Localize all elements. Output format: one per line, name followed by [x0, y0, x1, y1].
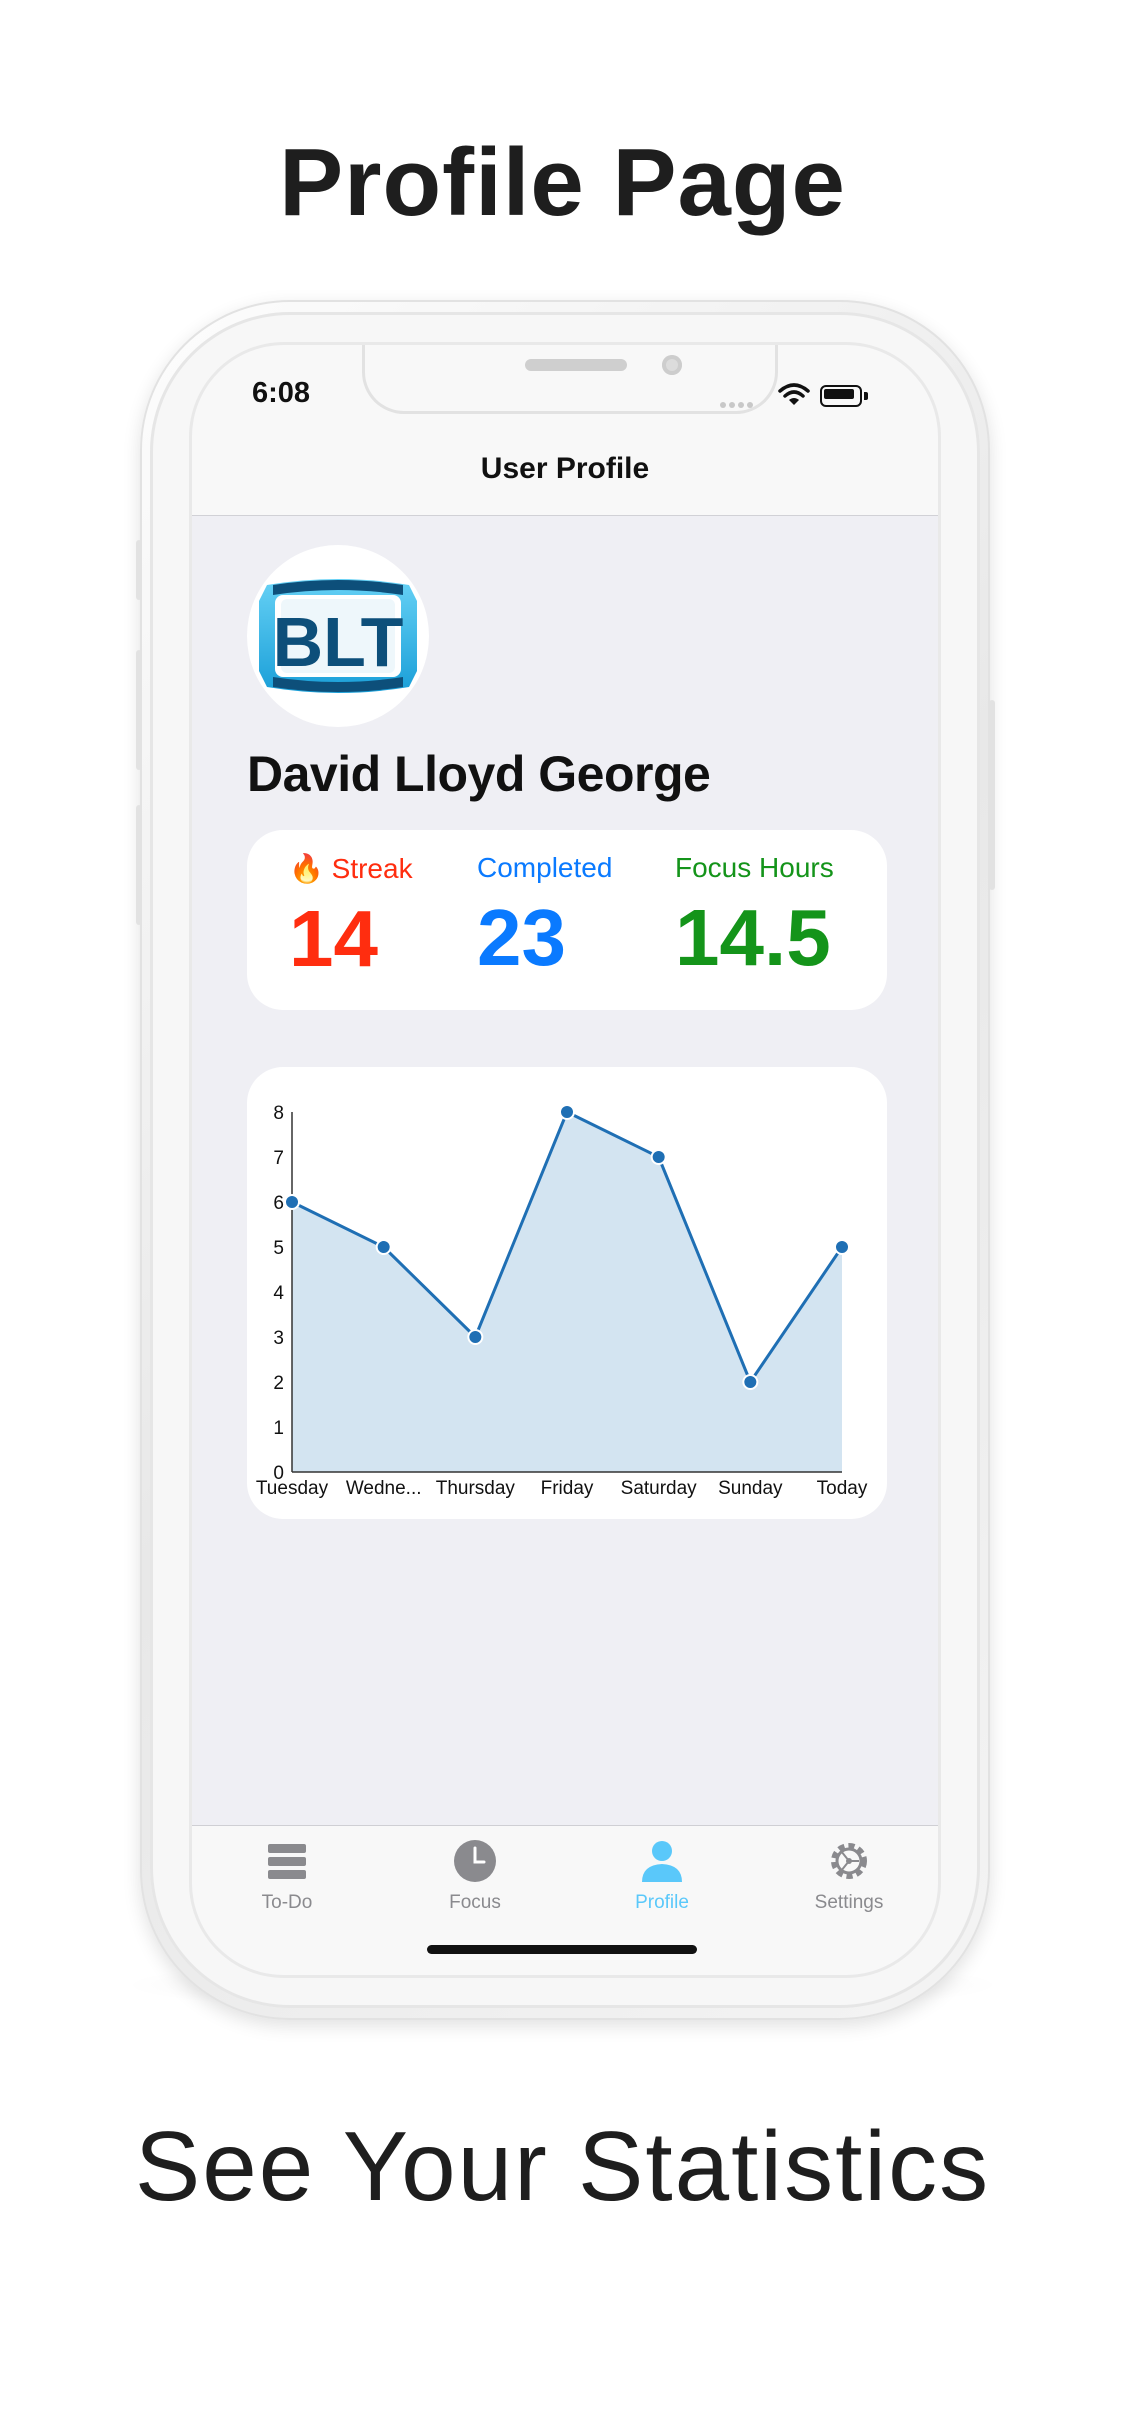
focus-chart: 012345678Tuesday Wedne... Thursday Friday Sa… [256, 1103, 868, 1499]
phone-screen: 6:08 User Profile BLT David Lloyd George… [192, 345, 938, 1975]
home-indicator[interactable] [427, 1945, 697, 1954]
status-icons [720, 383, 890, 408]
chart-y-tick-label: 2 [273, 1373, 284, 1394]
stats-card: 🔥 Streak 14 Completed 23 Focus Hours 14.… [247, 830, 887, 1010]
focus-hours-value: 14.5 [675, 893, 831, 982]
user-name: David Lloyd George [247, 746, 711, 802]
blt-logo-icon: BLT [259, 579, 417, 693]
signal-dots-icon [720, 395, 756, 413]
svg-text:BLT: BLT [273, 603, 404, 681]
chart-x-tick-label: Friday [541, 1478, 594, 1499]
completed-stat: Completed 23 [477, 852, 612, 978]
mute-switch [136, 540, 142, 600]
avatar[interactable]: BLT [247, 545, 429, 727]
chart-x-tick-label: Wedne... [346, 1478, 422, 1499]
status-time: 6:08 [252, 377, 311, 409]
chart-area-fill [292, 1112, 842, 1472]
chart-y-tick-label: 5 [273, 1238, 284, 1259]
tab-todo[interactable]: To-Do [212, 1838, 362, 1914]
list-icon [268, 1844, 306, 1879]
chart-data-point [559, 1104, 575, 1120]
tab-focus[interactable]: Focus [400, 1838, 550, 1914]
navigation-bar: User Profile [192, 440, 938, 516]
focus-hours-label: Focus Hours [675, 852, 834, 883]
gear-icon [831, 1843, 867, 1879]
clock-icon [454, 1840, 496, 1882]
fire-icon: 🔥 [289, 853, 324, 884]
chart-data-point [467, 1329, 484, 1345]
chart-data-point [375, 1239, 392, 1255]
tab-label-profile: Profile [635, 1892, 689, 1913]
volume-down-button [136, 805, 142, 925]
chart-x-tick-label: Today [817, 1478, 868, 1499]
chart-x-tick-label: Sunday [718, 1478, 783, 1499]
headline-subtitle: See Your Statistics [134, 2111, 991, 2221]
headline-title: Profile Page [279, 129, 846, 236]
chart-y-tick-label: 6 [273, 1193, 284, 1214]
completed-label: Completed [477, 852, 613, 883]
nav-title: User Profile [480, 452, 650, 485]
chart-data-point [834, 1239, 850, 1255]
chart-y-tick-label: 1 [273, 1418, 284, 1439]
person-icon [642, 1841, 682, 1882]
chart-x-tick-label: Tuesday [256, 1478, 329, 1499]
chart-x-tick-label: Saturday [621, 1478, 698, 1499]
chart-y-tick-label: 7 [273, 1148, 284, 1169]
battery-icon [820, 385, 862, 407]
focus-hours-stat: Focus Hours 14.5 [675, 852, 834, 978]
power-button [989, 700, 995, 890]
notch [362, 345, 778, 414]
chart-x-tick-label: Thursday [436, 1478, 516, 1499]
volume-up-button [136, 650, 142, 770]
streak-value: 14 [289, 894, 378, 983]
chart-y-tick-label: 8 [273, 1103, 284, 1124]
completed-value: 23 [477, 893, 566, 982]
chart-y-tick-label: 3 [273, 1328, 284, 1349]
status-bar: 6:08 [192, 345, 938, 440]
tab-profile[interactable]: Profile [587, 1838, 737, 1914]
chart-y-tick-label: 4 [273, 1283, 284, 1304]
speaker-grille [525, 359, 627, 371]
tab-label-settings: Settings [814, 1892, 884, 1913]
tab-settings[interactable]: Settings [774, 1838, 924, 1914]
chart-data-point [284, 1194, 300, 1210]
front-camera [662, 355, 682, 375]
tab-label-focus: Focus [449, 1892, 501, 1913]
streak-stat: 🔥 Streak 14 [289, 852, 413, 979]
streak-label: 🔥 Streak [289, 853, 413, 884]
tab-label-todo: To-Do [261, 1892, 313, 1913]
battery-tip [864, 392, 868, 400]
wifi-icon [778, 383, 810, 405]
chart-data-point [650, 1149, 667, 1165]
chart-data-point [742, 1374, 759, 1390]
chart-card: 0 1 2 3 4 5 6 7 8 Tuesday Wedne... Thursday Friday Sa… [247, 1067, 887, 1519]
